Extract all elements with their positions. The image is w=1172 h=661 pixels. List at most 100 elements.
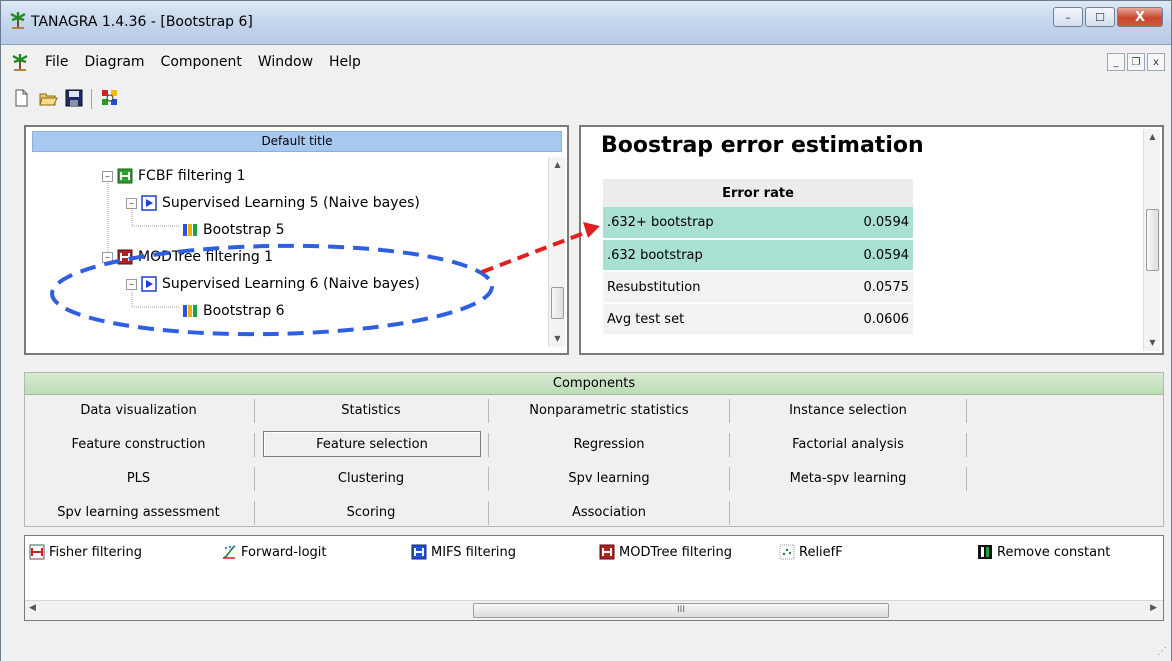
tree-label: Bootstrap 6: [203, 303, 285, 319]
scroll-up-icon[interactable]: ▲: [1144, 129, 1161, 145]
tab-spv-learning-assessment[interactable]: Spv learning assessment: [25, 500, 252, 526]
list-item-mifs-filtering[interactable]: MIFS filtering: [411, 544, 516, 560]
open-icon[interactable]: [38, 88, 58, 108]
tree-node-bootstrap-5[interactable]: Bootstrap 5: [182, 219, 285, 241]
result-scrollbar[interactable]: ▲ ▼: [1143, 129, 1160, 351]
maximize-button[interactable]: ☐: [1085, 7, 1115, 27]
diagram-title[interactable]: Default title: [32, 131, 562, 152]
row-label: .632 bootstrap: [603, 239, 759, 272]
tab-pls[interactable]: PLS: [25, 466, 252, 492]
remove-constant-icon: [978, 545, 992, 559]
mdi-close-button[interactable]: x: [1147, 53, 1165, 71]
tree-label: Supervised Learning 5 (Naive bayes): [162, 195, 420, 211]
list-item-forward-logit[interactable]: Forward-logit: [221, 544, 327, 560]
tanagra-palm-icon: [10, 12, 26, 29]
list-item-label: MIFS filtering: [431, 544, 517, 560]
list-item-relieff[interactable]: ReliefF: [779, 544, 843, 560]
menu-file[interactable]: File: [37, 54, 76, 70]
tree-node-bootstrap-6[interactable]: Bootstrap 6: [182, 300, 285, 322]
tab-clustering[interactable]: Clustering: [257, 466, 485, 492]
scroll-thumb[interactable]: [551, 287, 564, 319]
list-item-modtree-filtering[interactable]: MODTree filtering: [599, 544, 732, 560]
bootstrap-icon: [183, 305, 197, 317]
resize-grip-icon[interactable]: ⋰: [1157, 646, 1167, 657]
mdi-restore-button[interactable]: ❐: [1127, 53, 1145, 71]
row-label: .632+ bootstrap: [603, 207, 759, 240]
list-item-remove-constant[interactable]: Remove constant: [977, 544, 1110, 560]
tab-scoring[interactable]: Scoring: [257, 500, 485, 526]
tab-factorial-analysis[interactable]: Factorial analysis: [731, 432, 965, 458]
tab-statistics[interactable]: Statistics: [257, 398, 485, 424]
minimize-button[interactable]: –: [1053, 7, 1083, 27]
list-item-label: Forward-logit: [241, 544, 327, 560]
tree-node-supervised-learning-5[interactable]: – Supervised Learning 5 (Naive bayes): [126, 192, 420, 214]
tree-label: Supervised Learning 6 (Naive bayes): [162, 276, 420, 292]
modtree-icon: [599, 544, 615, 560]
title-bar[interactable]: TANAGRA 1.4.36 - [Bootstrap 6] – ☐ X: [1, 1, 1171, 45]
window-title: TANAGRA 1.4.36 - [Bootstrap 6]: [31, 14, 253, 30]
menu-help[interactable]: Help: [321, 54, 369, 70]
table-row: .632+ bootstrap 0.0594: [603, 207, 913, 240]
list-hscrollbar[interactable]: ◀ III ▶: [25, 600, 1163, 620]
application-window: TANAGRA 1.4.36 - [Bootstrap 6] – ☐ X Fil…: [0, 0, 1172, 661]
mdi-controls: _ ❐ x: [1107, 53, 1165, 71]
tanagra-palm-icon[interactable]: [11, 53, 29, 71]
toolbar: [1, 81, 1171, 115]
menu-component[interactable]: Component: [153, 54, 250, 70]
tree-node-fcbf[interactable]: – FCBF filtering 1: [102, 165, 246, 187]
scroll-thumb[interactable]: III: [473, 603, 889, 618]
row-label: Resubstitution: [603, 271, 759, 304]
list-item-label: Remove constant: [997, 544, 1111, 560]
tab-instance-selection[interactable]: Instance selection: [731, 398, 965, 424]
execute-icon[interactable]: [100, 88, 120, 108]
play-icon: [141, 195, 157, 211]
result-title: Boostrap error estimation: [601, 133, 924, 158]
menu-diagram[interactable]: Diagram: [76, 54, 152, 70]
table-row: .632 bootstrap 0.0594: [603, 239, 913, 272]
list-item-fisher-filtering[interactable]: Fisher filtering: [29, 544, 142, 560]
save-icon[interactable]: [64, 88, 84, 108]
play-icon: [141, 276, 157, 292]
tab-meta-spv-learning[interactable]: Meta-spv learning: [731, 466, 965, 492]
window-controls: – ☐ X: [1053, 7, 1163, 27]
tree-label: Bootstrap 5: [203, 222, 285, 238]
scroll-down-icon[interactable]: ▼: [549, 331, 566, 347]
table-row: Resubstitution 0.0575: [603, 271, 913, 304]
new-icon[interactable]: [11, 88, 31, 108]
list-item-label: ReliefF: [799, 544, 843, 560]
tab-feature-construction[interactable]: Feature construction: [25, 432, 252, 458]
scroll-thumb[interactable]: [1146, 209, 1159, 271]
scroll-right-icon[interactable]: ▶: [1150, 603, 1157, 613]
mdi-minimize-button[interactable]: _: [1107, 53, 1125, 71]
table-header: Error rate: [603, 179, 913, 207]
row-value: 0.0594: [759, 239, 913, 272]
scroll-left-icon[interactable]: ◀: [29, 603, 36, 613]
menu-window[interactable]: Window: [250, 54, 321, 70]
row-label: Avg test set: [603, 303, 759, 336]
list-item-label: MODTree filtering: [619, 544, 733, 560]
list-item-label: Fisher filtering: [49, 544, 142, 560]
menu-items: File Diagram Component Window Help: [37, 54, 369, 70]
tree-node-supervised-learning-6[interactable]: – Supervised Learning 6 (Naive bayes): [126, 273, 420, 295]
collapse-icon[interactable]: –: [126, 278, 137, 290]
scroll-down-icon[interactable]: ▼: [1144, 335, 1161, 351]
error-rate-table: Error rate .632+ bootstrap 0.0594 .632 b…: [603, 179, 913, 336]
tab-association[interactable]: Association: [491, 500, 727, 526]
tab-regression[interactable]: Regression: [491, 432, 727, 458]
diagram-scrollbar[interactable]: ▲ ▼: [548, 157, 565, 347]
collapse-icon[interactable]: –: [126, 197, 137, 209]
tab-feature-selection[interactable]: Feature selection: [263, 431, 481, 457]
fisher-icon: [29, 544, 45, 560]
tab-data-visualization[interactable]: Data visualization: [25, 398, 252, 424]
close-button[interactable]: X: [1117, 7, 1163, 27]
collapse-icon[interactable]: –: [102, 170, 113, 182]
status-bar: ⋰: [1, 629, 1171, 661]
diagram-pane: Default title – FCBF filtering 1 – Super…: [24, 125, 569, 355]
tab-nonparametric-statistics[interactable]: Nonparametric statistics: [491, 398, 727, 424]
row-value: 0.0594: [759, 207, 913, 240]
tree-node-modtree[interactable]: – MODTree filtering 1: [102, 246, 273, 268]
scroll-up-icon[interactable]: ▲: [549, 157, 566, 173]
table-row: Avg test set 0.0606: [603, 303, 913, 336]
collapse-icon[interactable]: –: [102, 251, 113, 263]
tab-spv-learning[interactable]: Spv learning: [491, 466, 727, 492]
